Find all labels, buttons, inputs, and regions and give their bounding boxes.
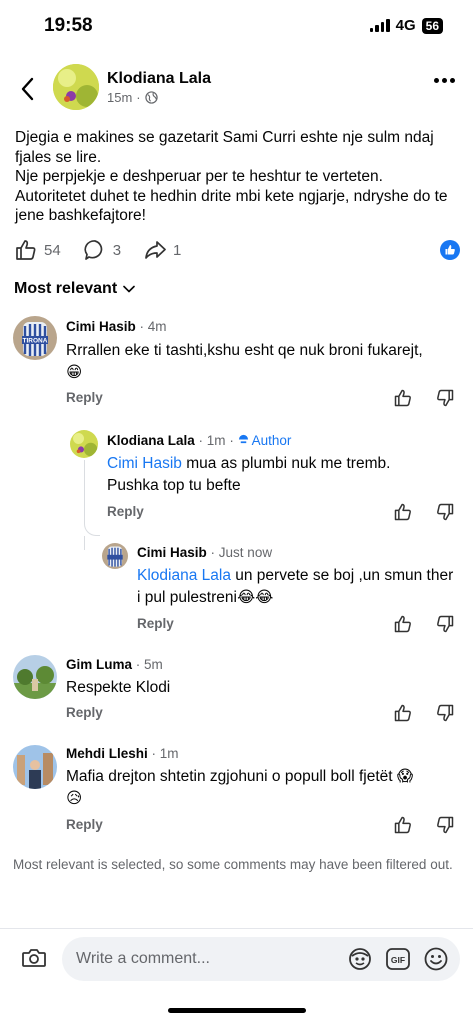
svg-text:TIRONA: TIRONA (23, 338, 48, 345)
sort-label: Most relevant (14, 280, 118, 297)
comment-author[interactable]: Mehdi Lleshi (66, 746, 148, 761)
avatar-sticker-icon[interactable] (347, 946, 373, 972)
globe-icon (144, 91, 158, 104)
reply-button[interactable]: Reply (66, 817, 103, 832)
downvote-icon[interactable] (435, 703, 455, 723)
upvote-icon[interactable] (393, 815, 413, 835)
more-options-icon[interactable] (434, 78, 455, 83)
mention-link[interactable]: Cimi Hasib (107, 455, 182, 472)
author-badge-icon (238, 434, 248, 444)
like-button[interactable]: 54 (14, 238, 61, 262)
composer-actions: GIF (347, 946, 449, 972)
vote-controls (393, 703, 455, 723)
upvote-icon[interactable] (393, 502, 413, 522)
like-count: 54 (44, 241, 61, 259)
meta-separator: · (136, 90, 141, 105)
comment-time: 4m (147, 319, 167, 334)
commenter-avatar[interactable] (70, 430, 98, 458)
thumbs-up-icon (16, 240, 36, 260)
author-badge: Author (251, 433, 292, 448)
comment-button[interactable]: 3 (83, 238, 121, 262)
commenter-avatar[interactable] (102, 543, 128, 569)
upvote-icon[interactable] (393, 703, 413, 723)
comment-author[interactable]: Klodiana Lala (107, 433, 195, 448)
upvote-icon[interactable] (393, 614, 413, 634)
emoji: 😥 (66, 790, 83, 807)
share-button[interactable]: 1 (143, 238, 181, 262)
status-bar: 19:58 4G 56 (0, 0, 473, 54)
comment-author[interactable]: Gim Luma (66, 657, 132, 672)
comment-time: 1m (206, 433, 226, 448)
emoji: 😂😂 (236, 589, 274, 606)
post-header: Klodiana Lala 15m · (0, 60, 473, 120)
mention-link[interactable]: Klodiana Lala (137, 567, 231, 584)
downvote-icon[interactable] (435, 388, 455, 408)
home-indicator[interactable] (168, 1008, 306, 1013)
post-body: Djegia e makines se gazetarit Sami Curri… (15, 128, 465, 226)
reply-button[interactable]: Reply (107, 504, 144, 519)
vote-controls (393, 502, 455, 522)
commenter-avatar[interactable] (13, 745, 57, 789)
commenter-avatar[interactable]: TIRONA (13, 316, 57, 360)
post-time: 15m (107, 90, 133, 105)
comment-time: 5m (144, 657, 163, 672)
author-avatar[interactable] (53, 64, 99, 110)
upvote-icon[interactable] (393, 388, 413, 408)
vote-controls (393, 815, 455, 835)
network-label: 4G (395, 17, 416, 34)
signal-icon (369, 19, 390, 32)
filter-notice: Most relevant is selected, so some comme… (13, 857, 453, 872)
engagement-bar: 54 3 1 (14, 236, 460, 264)
camera-button[interactable] (21, 946, 47, 975)
vote-controls (393, 614, 455, 634)
battery-level: 56 (425, 18, 439, 33)
gif-icon[interactable]: GIF (385, 946, 411, 972)
camera-icon (22, 949, 46, 967)
author-name[interactable]: Klodiana Lala (107, 70, 211, 88)
battery-icon: 56 (421, 17, 443, 34)
commenter-avatar[interactable] (13, 655, 57, 699)
reply-button[interactable]: Reply (66, 390, 103, 405)
comment-text: Rrrallen eke ti tashti,kshu esht qe nuk … (66, 342, 423, 359)
post-line: Djegia e makines se gazetarit Sami Curri… (15, 129, 434, 166)
comment-author[interactable]: Cimi Hasib (66, 319, 136, 334)
reply-thread-line (84, 460, 100, 536)
emoji: 😁 (66, 364, 83, 381)
share-count: 1 (173, 241, 182, 259)
comment-author[interactable]: Cimi Hasib (137, 545, 207, 560)
status-time: 19:58 (44, 15, 93, 36)
comment-count: 3 (112, 241, 122, 259)
post-meta: 15m · (107, 90, 158, 105)
comment-text: Mafia drejton shtetin zgjohuni o popull … (66, 768, 393, 785)
downvote-icon[interactable] (435, 502, 455, 522)
comment-text: Respekte Klodi (66, 679, 171, 696)
post-line: Nje perpjekje e deshperuar per te heshtu… (15, 168, 383, 185)
downvote-icon[interactable] (435, 815, 455, 835)
reply-button[interactable]: Reply (137, 616, 174, 631)
reply-thread-line (84, 536, 100, 550)
comment-bubble-icon (84, 240, 102, 260)
chevron-down-icon (123, 285, 135, 293)
vote-controls (393, 388, 455, 408)
post-line: Autoritetet duhet te hedhin drite mbi ke… (15, 187, 448, 225)
svg-text:GIF: GIF (391, 955, 405, 965)
emoji-icon[interactable] (423, 946, 449, 972)
reply-button[interactable]: Reply (66, 705, 103, 720)
comment-time: Just now (218, 545, 273, 560)
comment-composer: Write a comment... GIF (0, 928, 473, 988)
share-arrow-icon (145, 241, 166, 259)
comment-time: 1m (159, 746, 179, 761)
like-reaction-icon[interactable] (440, 240, 460, 260)
chevron-left-icon (21, 77, 34, 101)
downvote-icon[interactable] (435, 614, 455, 634)
status-indicators: 4G 56 (369, 17, 443, 34)
emoji: 😱 (396, 768, 414, 785)
comment-sort-dropdown[interactable]: Most relevant (14, 280, 135, 298)
back-button[interactable] (14, 74, 40, 104)
